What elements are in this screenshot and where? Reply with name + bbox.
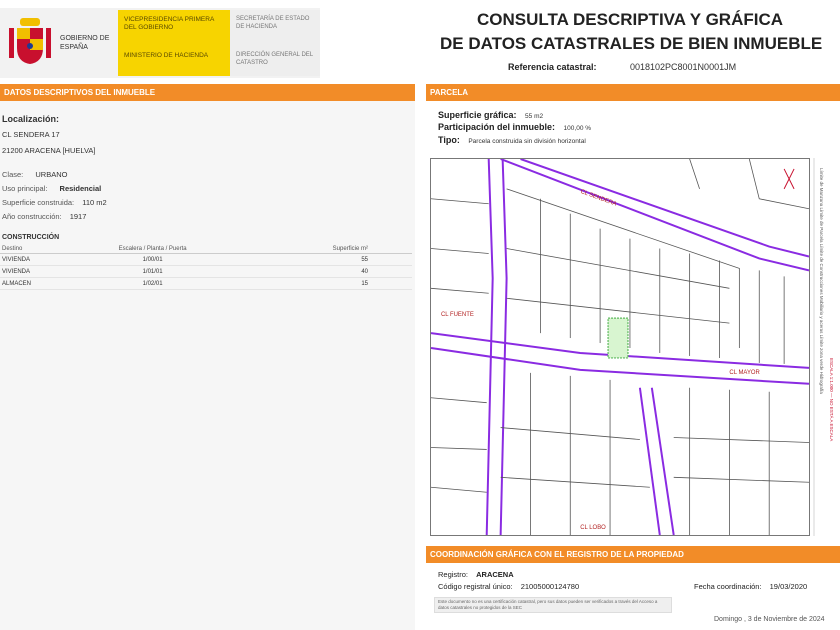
address-line-2: 21200 ARACENA [HUELVA] (2, 146, 96, 155)
north-arrow-icon (783, 168, 795, 190)
ministry-top-text: VICEPRESIDENCIA PRIMERA DEL GOBIERNO (124, 16, 214, 31)
map-street-label-2: CL MAYOR (729, 370, 760, 376)
document-title-line1: CONSULTA DESCRIPTIVA Y GRÁFICA (476, 10, 784, 29)
anio-label: Año construcción: (2, 212, 62, 221)
graphic-surface-row: Superficie gráfica: 55 m2 (438, 110, 543, 120)
table-cell: 55 (232, 253, 412, 266)
table-row: VIVIENDA 1/01/01 40 (0, 265, 412, 278)
clase-label: Clase: (2, 170, 24, 179)
table-cell: VIVIENDA (0, 265, 73, 278)
section-bar-coordination: COORDINACIÓN GRÁFICA CON EL REGISTRO DE … (426, 546, 840, 563)
registry-label: Registro: (438, 570, 469, 579)
table-header-superficie: Superficie m² (232, 245, 412, 254)
map-legend: Límite de Manzana Límite de Parcela Lími… (813, 158, 835, 536)
legend-text: Límite de Manzana Límite de Parcela Lími… (819, 168, 824, 394)
anio-row: Año construcción: 1917 (2, 212, 86, 221)
uso-row: Uso principal: Residencial (2, 184, 101, 193)
participation-value: 100,00 % (563, 125, 592, 132)
table-cell: 15 (232, 277, 412, 290)
registry-code-value: 21005000124780 (520, 582, 580, 591)
registry-row: Registro: ARACENA (438, 570, 514, 579)
map-street-label-3: CL FUENTE (441, 312, 474, 318)
agency-bottom-text: DIRECCIÓN GENERAL DEL CATASTRO (236, 52, 313, 66)
table-header-row: Destino Escalera / Planta / Puerta Super… (0, 245, 412, 254)
table-row: VIVIENDA 1/00/01 55 (0, 253, 412, 266)
clase-row: Clase: URBANO (2, 170, 67, 179)
superficie-value: 110 m2 (82, 198, 107, 207)
table-cell: 1/02/01 (72, 277, 233, 290)
participation-label: Participación del inmueble: (438, 122, 556, 132)
coordination-date-row: Fecha coordinación: 19/03/2020 (694, 582, 807, 591)
legend-scale-text: ESCALA 1:1.000 — NO ESTÁ A ESCALA (829, 358, 835, 441)
reference-value: 0018102PC8001N0001JM (630, 62, 737, 72)
graphic-surface-value: 55 m2 (525, 113, 544, 120)
disclaimer-note: Este documento no es una certificación c… (434, 597, 672, 613)
uso-label: Uso principal: (2, 184, 48, 193)
graphic-surface-label: Superficie gráfica: (438, 110, 517, 120)
section-bar-descriptive: DATOS DESCRIPTIVOS DEL INMUEBLE (0, 84, 415, 101)
table-cell: 40 (232, 265, 412, 278)
government-name: GOBIERNO DE ESPAÑA (60, 35, 110, 51)
anio-value: 1917 (69, 212, 87, 221)
participation-row: Participación del inmueble: 100,00 % (438, 122, 591, 132)
uso-value: Residencial (59, 184, 102, 193)
registry-code-row: Código registral único: 21005000124780 (438, 582, 579, 591)
table-cell: VIVIENDA (0, 253, 73, 266)
construction-table: Destino Escalera / Planta / Puerta Super… (0, 245, 412, 290)
selected-parcel[interactable] (607, 317, 629, 359)
document-title-line2: DE DATOS CATASTRALES DE BIEN INMUEBLE (440, 34, 823, 53)
coordination-date-label: Fecha coordinación: (694, 582, 762, 591)
table-cell: 1/01/01 (72, 265, 233, 278)
superficie-label: Superficie construida: (2, 198, 75, 207)
type-row: Tipo: Parcela construida sin división ho… (438, 135, 586, 145)
type-value: Parcela construida sin división horizont… (468, 138, 586, 145)
section-bar-parcel: PARCELA (426, 84, 840, 101)
ministry-bottom-text: MINISTERIO DE HACIENDA (124, 52, 209, 59)
cadastral-map[interactable]: CL SENDERA CL MAYOR CL FUENTE CL LOBO (430, 158, 810, 536)
coordination-date-value: 19/03/2020 (769, 582, 808, 591)
footer-date: Domingo , 3 de Noviembre de 2024 (714, 616, 825, 623)
registry-value: ARACENA (476, 570, 514, 579)
table-cell: ALMACEN (0, 277, 73, 290)
map-street-label-4: CL LOBO (580, 525, 606, 531)
agency-top-text: SECRETARÍA DE ESTADO DE HACIENDA (236, 16, 310, 30)
construction-title: CONSTRUCCIÓN (2, 234, 60, 241)
registry-code-label: Código registral único: (438, 582, 513, 591)
table-row: ALMACEN 1/02/01 15 (0, 277, 412, 290)
type-label: Tipo: (438, 135, 460, 145)
reference-label: Referencia catastral: (508, 62, 597, 72)
table-cell: 1/00/01 (72, 253, 233, 266)
superficie-row: Superficie construida: 110 m2 (2, 198, 107, 207)
table-header-planta: Escalera / Planta / Puerta (72, 245, 233, 254)
location-label: Localización: (2, 114, 60, 124)
descriptive-data-panel (0, 101, 415, 630)
table-header-destino: Destino (0, 245, 73, 254)
coat-of-arms-icon (9, 18, 51, 64)
address-line-1: CL SENDERA 17 (2, 130, 60, 139)
clase-value: URBANO (35, 170, 68, 179)
